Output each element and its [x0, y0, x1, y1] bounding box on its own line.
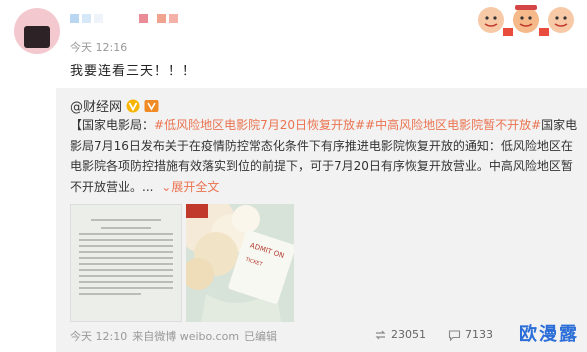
post-text: 我要连看三天！！！ — [70, 64, 197, 79]
repost-count-button[interactable]: 23051 — [374, 328, 426, 341]
avatar[interactable] — [14, 8, 60, 54]
expand-label: 展开全文 — [171, 179, 220, 194]
watermark-logo: 欧漫露 — [519, 324, 579, 345]
edited-label[interactable]: 已编辑 — [244, 328, 277, 344]
post-time[interactable]: 今天 12:16 — [70, 39, 127, 55]
repost-source[interactable]: 来自微博 weibo.com — [132, 328, 239, 344]
hashtag-low-risk[interactable]: #低风险地区电影院7月20日恢复开放# — [154, 118, 365, 132]
repost-author-name[interactable]: @财经网 — [70, 96, 122, 115]
member-badge-icon — [144, 99, 159, 112]
repost-count: 23051 — [391, 328, 426, 341]
repost-ellipsis: ... — [142, 179, 154, 194]
username-blurred[interactable] — [70, 14, 178, 23]
comment-count: 7133 — [465, 328, 493, 341]
expand-full-text-button[interactable]: ⌄展开全文 — [161, 180, 219, 194]
emoji-stickers — [478, 5, 574, 36]
popcorn-illustration: ADMIT ON TICKET — [186, 204, 294, 322]
comment-count-button[interactable]: 7133 — [448, 328, 493, 341]
comment-icon — [448, 329, 461, 341]
popcorn-ticket-image[interactable]: ADMIT ON TICKET — [186, 204, 294, 322]
repost-time[interactable]: 今天 12:10 — [70, 328, 127, 344]
repost-icon — [375, 330, 386, 339]
repost-card[interactable]: @财经网 【国家电影局：#低风险地区电影院7月20日恢复开放##中高风险地区电影… — [56, 88, 587, 352]
verified-icon — [126, 99, 140, 112]
repost-prefix: 【国家电影局： — [70, 118, 155, 132]
document-image[interactable] — [70, 204, 182, 322]
repost-body: 【国家电影局：#低风险地区电影院7月20日恢复开放##中高风险地区电影院暂不开放… — [70, 115, 582, 197]
hashtag-high-risk[interactable]: #中高风险地区电影院暂不开放# — [365, 118, 541, 132]
chevron-down-icon: ⌄ — [161, 179, 172, 194]
repost-footer: 今天 12:10 来自微博 weibo.com 已编辑 — [70, 328, 277, 344]
repost-author[interactable]: @财经网 — [70, 96, 159, 115]
